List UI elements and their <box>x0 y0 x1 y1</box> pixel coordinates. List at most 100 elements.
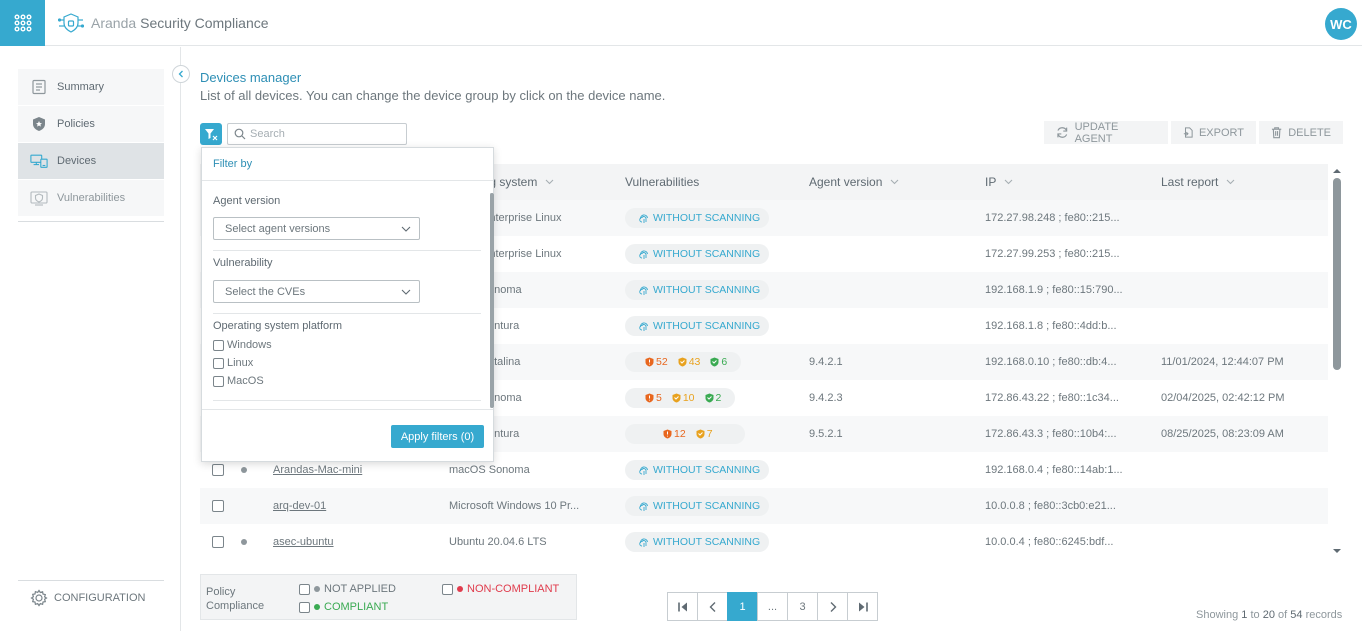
column-header-agent-version[interactable]: Agent version <box>809 175 899 189</box>
compliant-checkbox[interactable] <box>299 601 310 613</box>
page-1-button[interactable]: 1 <box>727 592 758 621</box>
filter-scrollbar[interactable] <box>490 193 494 408</box>
first-page-icon <box>677 602 687 611</box>
previous-page-button[interactable] <box>697 592 728 621</box>
chevron-down-icon <box>1004 179 1013 185</box>
grid-icon <box>14 14 31 32</box>
sidebar-item-devices[interactable]: Devices <box>18 143 164 179</box>
os-platform-label: Operating system platform <box>213 320 342 332</box>
row-checkbox[interactable] <box>212 464 224 476</box>
device-cell: arq-dev-01 <box>273 488 326 524</box>
legend-not-applied[interactable]: NOT APPLIED <box>299 583 396 595</box>
without-scanning-badge: WITHOUT SCANNING <box>625 280 770 300</box>
macos-checkbox[interactable] <box>213 375 224 387</box>
sidebar-item-label: Summary <box>57 81 105 93</box>
filter-divider <box>213 313 481 314</box>
sidebar-item-policies[interactable]: Policies <box>18 106 164 142</box>
ip-cell: 172.27.98.248 ; fe80::215... <box>985 212 1120 224</box>
search-input[interactable] <box>250 128 390 140</box>
filter-divider <box>213 400 481 401</box>
vulnerability-select[interactable]: Select the CVEs <box>213 280 420 303</box>
device-name-link[interactable]: Arandas-Mac-mini <box>273 464 362 476</box>
filter-scrollbar-thumb[interactable] <box>490 193 494 408</box>
chevron-down-icon <box>401 289 411 295</box>
page-ellipsis[interactable]: ... <box>757 592 788 621</box>
apply-filters-button[interactable]: Apply filters (0) <box>391 425 484 448</box>
brand-prefix: Aranda <box>91 15 137 31</box>
export-button[interactable]: EXPORT <box>1171 121 1256 144</box>
os-option-macos[interactable]: MacOS <box>213 375 264 387</box>
page-3-button[interactable]: 3 <box>787 592 818 621</box>
configuration-button[interactable]: CONFIGURATION <box>30 589 145 607</box>
filter-header: Filter by <box>202 148 493 181</box>
without-scanning-badge: WITHOUT SCANNING <box>625 316 770 336</box>
vulnerabilities-cell: WITHOUT SCANNING <box>625 308 770 344</box>
column-header-ip[interactable]: IP <box>985 175 1013 189</box>
fingerprint-icon <box>639 286 648 295</box>
last-report-cell: 02/04/2025, 02:42:12 PM <box>1161 392 1285 404</box>
last-page-button[interactable] <box>847 592 878 621</box>
page-title: Devices manager <box>200 70 302 85</box>
sidebar-item-vulnerabilities[interactable]: Vulnerabilities <box>18 180 164 216</box>
search-box <box>227 123 407 145</box>
os-option-windows[interactable]: Windows <box>213 339 272 351</box>
vulnerability-counts[interactable]: 5 10 2 <box>625 388 736 408</box>
fingerprint-icon <box>639 250 648 259</box>
column-header-vulnerabilities: Vulnerabilities <box>625 175 700 189</box>
shield-star-icon <box>30 115 48 133</box>
update-agent-button[interactable]: UPDATE AGENT <box>1044 121 1168 145</box>
os-option-linux[interactable]: Linux <box>213 357 253 369</box>
sidebar-item-summary[interactable]: Summary <box>18 69 164 105</box>
vulnerability-counts[interactable]: 52 43 6 <box>625 352 742 372</box>
agent-version-cell: 9.4.2.3 <box>809 392 843 404</box>
agent-version-select[interactable]: Select agent versions <box>213 217 420 240</box>
scrollbar-thumb[interactable] <box>1333 178 1341 370</box>
row-checkbox[interactable] <box>212 500 224 512</box>
vulnerabilities-cell: WITHOUT SCANNING <box>625 452 770 488</box>
compliant-dot <box>314 604 320 610</box>
table-scrollbar[interactable] <box>1331 164 1343 559</box>
filter-body: Agent version Select agent versions Vuln… <box>202 181 488 409</box>
vulnerability-counts[interactable]: 12 7 <box>625 424 745 444</box>
vulnerabilities-cell: WITHOUT SCANNING <box>625 200 770 236</box>
legend-compliant[interactable]: COMPLIANT <box>299 601 388 613</box>
shield-warning-icon <box>672 393 681 403</box>
row-checkbox[interactable] <box>212 536 224 548</box>
low-count: 6 <box>710 356 727 368</box>
top-header: Aranda Security Compliance WC <box>0 0 1362 46</box>
medium-count: 7 <box>696 428 713 440</box>
shield-alert-icon <box>645 393 654 403</box>
vulnerabilities-cell: WITHOUT SCANNING <box>625 524 770 560</box>
scroll-down-arrow-icon <box>1333 549 1341 553</box>
not-applied-checkbox[interactable] <box>299 583 310 595</box>
next-page-button[interactable] <box>817 592 848 621</box>
os-cell: Ubuntu 20.04.6 LTS <box>449 536 547 548</box>
devices-icon <box>30 152 48 170</box>
table-row[interactable]: asec-ubuntu Ubuntu 20.04.6 LTS WITHOUT S… <box>200 524 1328 560</box>
user-avatar[interactable]: WC <box>1325 8 1357 40</box>
linux-checkbox[interactable] <box>213 357 224 369</box>
pagination: 1 ... 3 <box>667 592 878 621</box>
vulnerabilities-cell: 12 7 <box>625 416 745 452</box>
sidebar-collapse-button[interactable] <box>172 65 190 83</box>
non-compliant-checkbox[interactable] <box>442 583 453 595</box>
delete-button[interactable]: DELETE <box>1259 121 1343 144</box>
trash-icon <box>1271 127 1282 139</box>
vulnerabilities-icon <box>30 189 48 207</box>
brand: Aranda Security Compliance <box>58 12 269 34</box>
windows-checkbox[interactable] <box>213 339 224 351</box>
device-name-link[interactable]: arq-dev-01 <box>273 500 326 512</box>
device-name-link[interactable]: asec-ubuntu <box>273 536 334 548</box>
status-dot <box>241 539 247 545</box>
chevron-left-icon <box>178 70 183 78</box>
column-header-last-report[interactable]: Last report <box>1161 175 1235 189</box>
export-icon <box>1183 127 1193 138</box>
agent-version-label: Agent version <box>213 195 281 207</box>
filter-toggle-button[interactable] <box>200 123 222 145</box>
high-count: 12 <box>663 428 686 440</box>
legend-non-compliant[interactable]: NON-COMPLIANT <box>442 583 559 595</box>
filter-icon <box>205 129 218 141</box>
apps-menu-button[interactable] <box>0 0 45 46</box>
first-page-button[interactable] <box>667 592 698 621</box>
table-row[interactable]: arq-dev-01 Microsoft Windows 10 Pr... WI… <box>200 488 1328 524</box>
